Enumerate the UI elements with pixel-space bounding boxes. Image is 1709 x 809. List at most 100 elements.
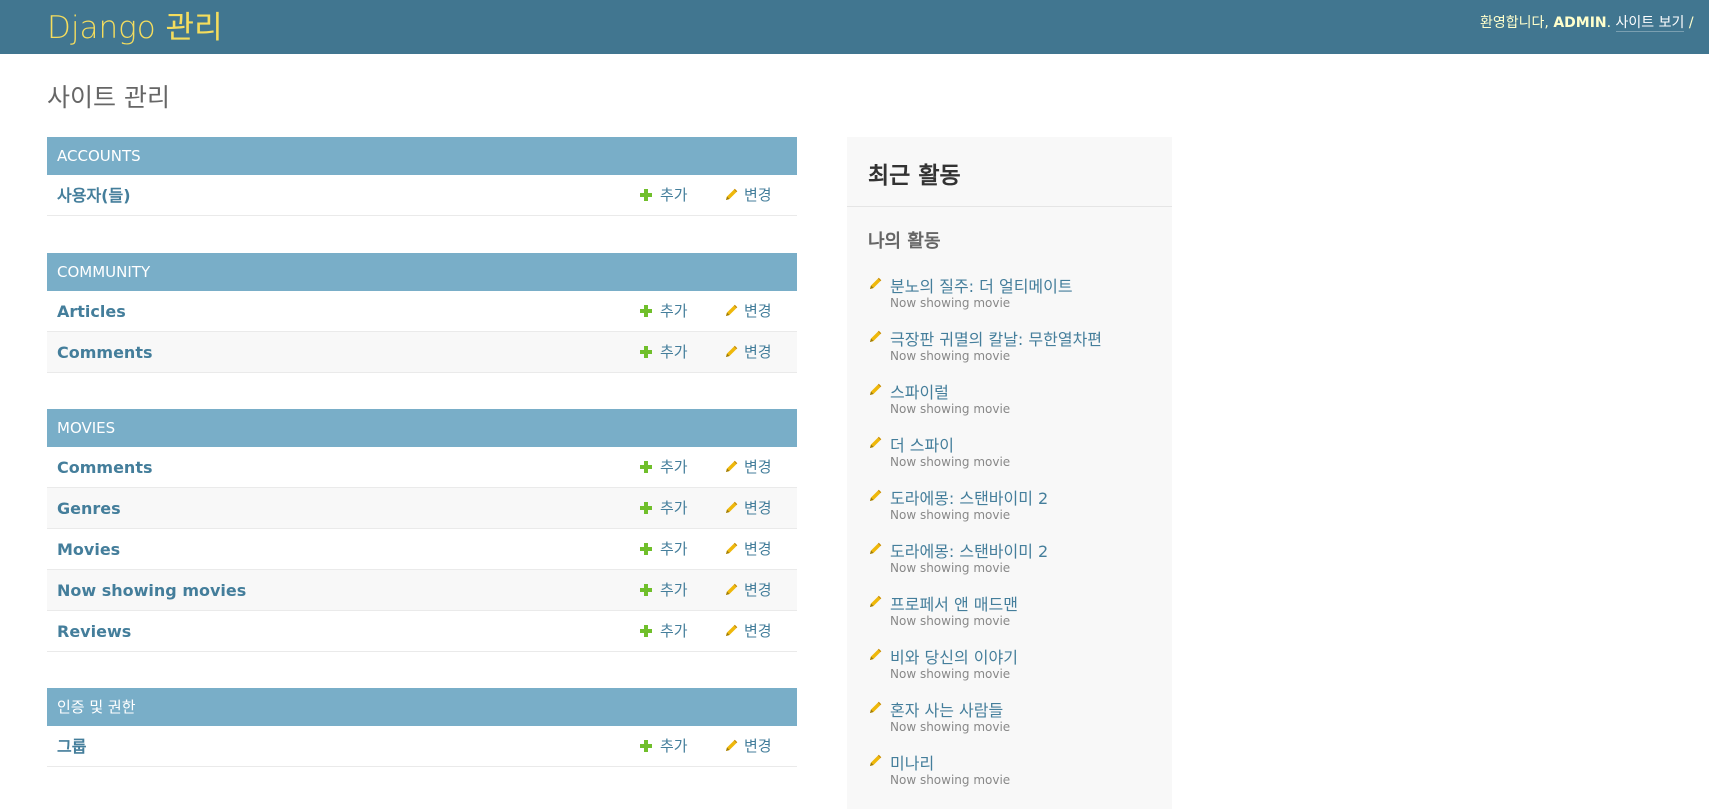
pencil-icon <box>724 572 738 595</box>
pencil-icon <box>724 449 738 472</box>
change-link[interactable]: 변경 <box>724 447 772 488</box>
change-link[interactable]: 변경 <box>724 570 772 611</box>
model-link[interactable]: Reviews <box>57 611 131 652</box>
pencil-icon <box>724 490 738 513</box>
change-link[interactable]: 변경 <box>724 175 772 216</box>
change-label: 변경 <box>744 458 772 476</box>
add-label: 추가 <box>660 622 688 640</box>
action-type: Now showing movie <box>890 402 1011 416</box>
my-actions-title: 나의 활동 <box>868 231 941 252</box>
pencil-icon <box>724 613 738 636</box>
action-type: Now showing movie <box>890 296 1011 310</box>
change-link[interactable]: 변경 <box>724 726 772 767</box>
change-link[interactable]: 변경 <box>724 529 772 570</box>
plus-icon <box>640 584 652 596</box>
app-caption[interactable]: ACCOUNTS <box>47 137 797 175</box>
change-label: 변경 <box>744 499 772 517</box>
app-module: COMMUNITY Articles 추가 변경 Comments 추가 변경 <box>47 253 797 373</box>
action-link[interactable]: 도라에몽: 스탠바이미 2 <box>890 538 1048 562</box>
model-link[interactable]: Comments <box>57 332 153 373</box>
action-link[interactable]: 극장판 귀멸의 칼날: 무한열차편 <box>890 326 1102 350</box>
action-link[interactable]: 스파이럴 <box>890 379 949 403</box>
add-link[interactable]: 추가 <box>640 447 688 488</box>
pencil-icon <box>868 489 882 503</box>
action-link[interactable]: 미나리 <box>890 750 934 774</box>
model-row: Comments 추가 변경 <box>47 332 797 373</box>
site-brand[interactable]: Django 관리 <box>47 2 223 47</box>
change-link[interactable]: 변경 <box>724 291 772 332</box>
add-link[interactable]: 추가 <box>640 726 688 767</box>
app-caption[interactable]: 인증 및 권한 <box>47 688 797 726</box>
model-row: Articles 추가 변경 <box>47 291 797 332</box>
add-label: 추가 <box>660 186 688 204</box>
action-link[interactable]: 프로페서 앤 매드맨 <box>890 591 1018 615</box>
pencil-icon <box>724 293 738 316</box>
add-label: 추가 <box>660 458 688 476</box>
action-type: Now showing movie <box>890 773 1011 787</box>
pencil-icon <box>868 383 882 397</box>
model-row: 그룹 추가 변경 <box>47 726 797 767</box>
model-link[interactable]: Movies <box>57 529 120 570</box>
change-label: 변경 <box>744 540 772 558</box>
action-link[interactable]: 비와 당신의 이야기 <box>890 644 1018 668</box>
change-link[interactable]: 변경 <box>724 332 772 373</box>
welcome-text: 환영합니다, <box>1480 15 1549 31</box>
action-type: Now showing movie <box>890 561 1011 575</box>
app-module: ACCOUNTS 사용자(들) 추가 변경 <box>47 137 797 216</box>
action-type: Now showing movie <box>890 720 1011 734</box>
change-link[interactable]: 변경 <box>724 488 772 529</box>
change-label: 변경 <box>744 737 772 755</box>
pencil-icon <box>868 648 882 662</box>
model-link[interactable]: Comments <box>57 447 153 488</box>
plus-icon <box>640 346 652 358</box>
action-link[interactable]: 더 스파이 <box>890 432 954 456</box>
add-link[interactable]: 추가 <box>640 570 688 611</box>
app-caption[interactable]: MOVIES <box>47 409 797 447</box>
action-link[interactable]: 분노의 질주: 더 얼티메이트 <box>890 273 1073 297</box>
add-label: 추가 <box>660 737 688 755</box>
plus-icon <box>640 502 652 514</box>
model-link[interactable]: Articles <box>57 291 126 332</box>
username: ADMIN <box>1553 15 1607 31</box>
action-link[interactable]: 혼자 사는 사람들 <box>890 697 1003 721</box>
pencil-icon <box>724 728 738 751</box>
pencil-icon <box>868 701 882 715</box>
pencil-icon <box>724 531 738 554</box>
add-link[interactable]: 추가 <box>640 332 688 373</box>
plus-icon <box>640 305 652 317</box>
model-row: Now showing movies 추가 변경 <box>47 570 797 611</box>
add-link[interactable]: 추가 <box>640 175 688 216</box>
welcome-separator: . <box>1606 15 1612 31</box>
action-type: Now showing movie <box>890 614 1011 628</box>
model-link[interactable]: Now showing movies <box>57 570 246 611</box>
action-type: Now showing movie <box>890 508 1011 522</box>
model-row: Movies 추가 변경 <box>47 529 797 570</box>
view-site-link[interactable]: 사이트 보기 <box>1615 15 1685 32</box>
pencil-icon <box>868 595 882 609</box>
action-type: Now showing movie <box>890 455 1011 469</box>
model-link[interactable]: 그룹 <box>57 726 86 767</box>
action-link[interactable]: 도라에몽: 스탠바이미 2 <box>890 485 1048 509</box>
add-link[interactable]: 추가 <box>640 529 688 570</box>
add-label: 추가 <box>660 540 688 558</box>
app-module: MOVIES Comments 추가 변경 Genres 추가 변경 Movies 추가 변경 No… <box>47 409 797 652</box>
model-link[interactable]: 사용자(들) <box>57 175 131 216</box>
add-link[interactable]: 추가 <box>640 488 688 529</box>
change-link[interactable]: 변경 <box>724 611 772 652</box>
action-type: Now showing movie <box>890 667 1011 681</box>
plus-icon <box>640 740 652 752</box>
change-label: 변경 <box>744 302 772 320</box>
pencil-icon <box>868 436 882 450</box>
add-link[interactable]: 추가 <box>640 611 688 652</box>
add-link[interactable]: 추가 <box>640 291 688 332</box>
pencil-icon <box>868 277 882 291</box>
change-label: 변경 <box>744 343 772 361</box>
model-row: Reviews 추가 변경 <box>47 611 797 652</box>
pencil-icon <box>868 542 882 556</box>
plus-icon <box>640 189 652 201</box>
recent-actions-divider <box>847 206 1172 207</box>
app-caption[interactable]: COMMUNITY <box>47 253 797 291</box>
user-tools: 환영합니다, ADMIN. 사이트 보기 / <box>1480 12 1694 32</box>
change-label: 변경 <box>744 186 772 204</box>
model-link[interactable]: Genres <box>57 488 121 529</box>
